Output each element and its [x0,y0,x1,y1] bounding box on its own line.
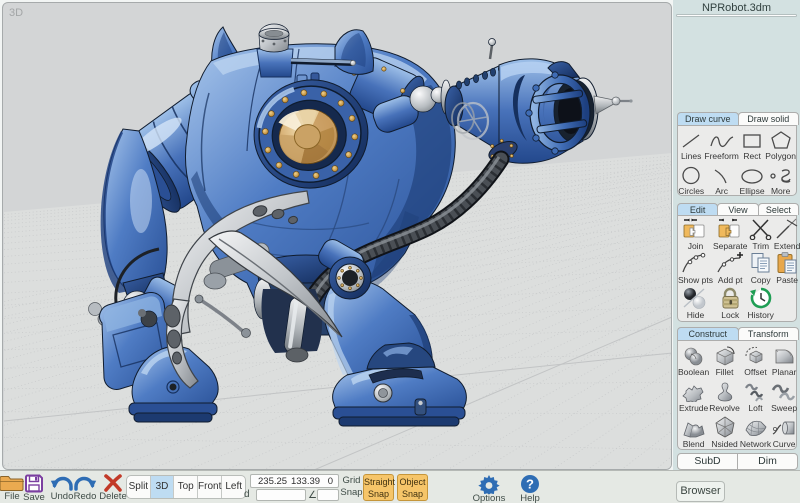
svg-text:?: ? [526,477,534,492]
